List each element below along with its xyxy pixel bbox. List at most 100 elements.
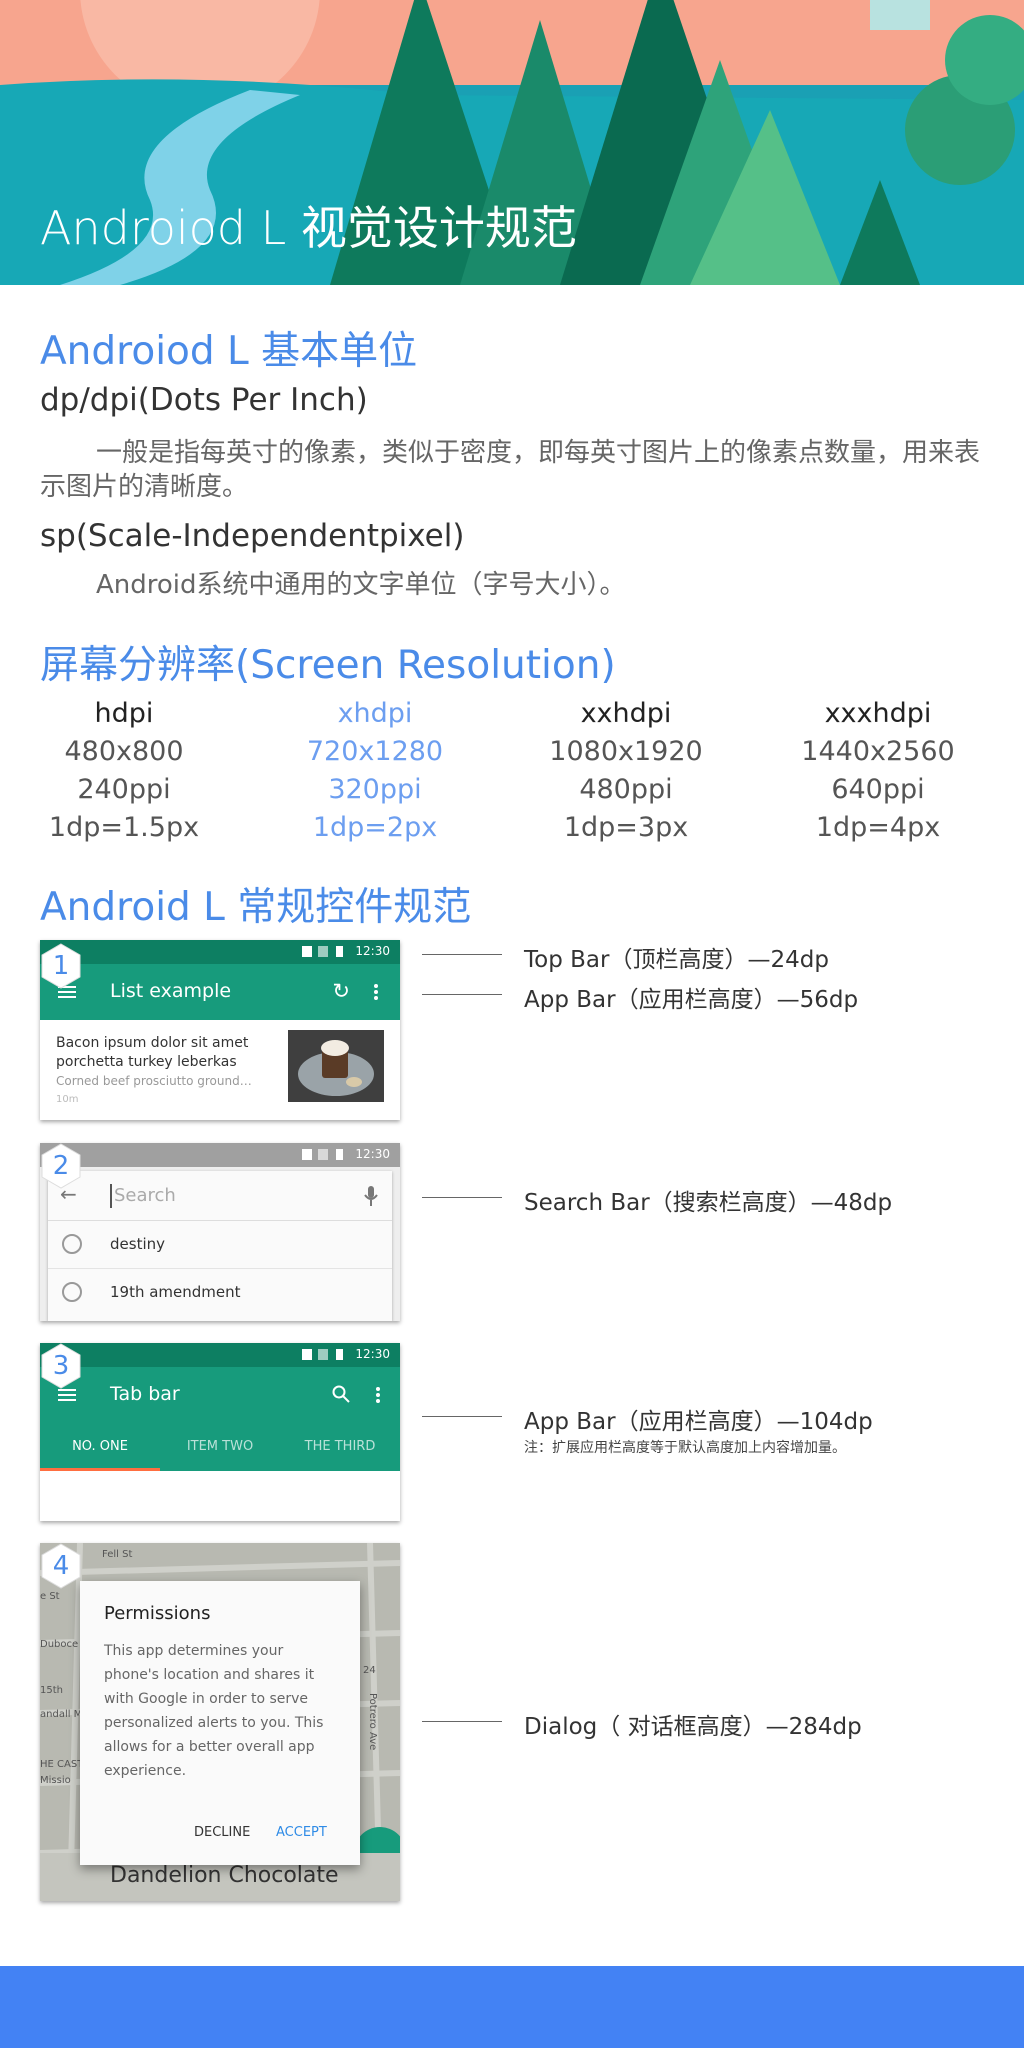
map-caption: Dandelion Chocolate [110, 1863, 339, 1888]
dp-ratio: 1dp=1.5px [48, 812, 200, 843]
suggestion-text: destiny [110, 1235, 165, 1253]
tab-item-two[interactable]: ITEM TWO [160, 1423, 280, 1471]
search-input[interactable]: Search [114, 1185, 176, 1206]
wifi-icon [302, 1349, 312, 1360]
resolution-heading: 屏幕分辨率(Screen Resolution) [40, 643, 616, 688]
suggestion-row[interactable]: destiny [48, 1221, 392, 1269]
dp-ratio: 1dp=4px [815, 812, 941, 843]
map-label: 15th [40, 1685, 63, 1696]
density-name: xxxhdpi [824, 698, 932, 729]
dialog-card: Fell St e St Duboce 15th andall M HE CAS… [40, 1543, 400, 1901]
controls-heading: Android L 常规控件规范 [40, 885, 472, 930]
tab-the-third[interactable]: THE THIRD [280, 1423, 400, 1471]
app-bar-title: List example [110, 980, 232, 1002]
sp-title: sp(Scale-Independentpixel) [40, 518, 465, 554]
resolution-column-hdpi: hdpi 480x800 240ppi 1dp=1.5px [24, 695, 224, 847]
app-bar: List example ↻ [40, 964, 400, 1020]
ppi-value: 640ppi [831, 774, 925, 805]
density-name: hdpi [94, 698, 154, 729]
search-field-row: ← Search [48, 1171, 392, 1221]
dialog-body: This app determines your phone's locatio… [104, 1643, 324, 1779]
decline-button[interactable]: DECLINE [194, 1825, 250, 1840]
microphone-icon[interactable] [364, 1185, 378, 1207]
more-vert-icon[interactable] [374, 990, 378, 994]
battery-icon [336, 946, 343, 957]
list-example-card: 12:30 List example ↻ Bacon ipsum dolor s… [40, 940, 400, 1120]
annotation-line [422, 1721, 502, 1722]
dp-ratio: 1dp=2px [312, 812, 438, 843]
history-icon [62, 1234, 82, 1254]
text-cursor [110, 1184, 112, 1208]
history-icon [62, 1282, 82, 1302]
step-badge-1: 1 [40, 943, 82, 989]
menu-icon[interactable] [58, 1389, 76, 1401]
tab-bar-card: 12:30 Tab bar NO. ONE ITEM TWO THE THIRD [40, 1343, 400, 1521]
ppi-value: 320ppi [328, 774, 422, 805]
annotation-line [422, 954, 502, 955]
item-time: 10m [56, 1094, 79, 1105]
resolution-column-xxhdpi: xxhdpi 1080x1920 480ppi 1dp=3px [526, 695, 726, 847]
status-time: 12:30 [355, 1147, 390, 1161]
map-label: 24 [363, 1665, 376, 1676]
extended-app-bar: Tab bar NO. ONE ITEM TWO THE THIRD [40, 1367, 400, 1471]
item-subtitle: Corned beef prosciutto ground… [56, 1074, 252, 1088]
wifi-icon [302, 946, 312, 957]
map-label: andall M [40, 1709, 83, 1720]
step-badge-2: 2 [40, 1143, 82, 1189]
app-bar-extended-annotation: App Bar（应用栏高度）—104dp [524, 1409, 873, 1435]
refresh-icon[interactable]: ↻ [332, 979, 350, 1003]
status-bar: 12:30 [40, 940, 400, 964]
status-bar: 12:30 [40, 1143, 400, 1167]
map-label: Missio [40, 1775, 71, 1786]
more-vert-icon[interactable] [376, 1393, 380, 1397]
suggestion-row[interactable]: 19th amendment [48, 1269, 392, 1317]
annotation-line [422, 994, 502, 995]
map-label: Fell St [102, 1549, 133, 1560]
dialog-title: Permissions [104, 1603, 211, 1624]
top-bar-annotation: Top Bar（顶栏高度）—24dp [524, 947, 829, 973]
tab-indicator [40, 1468, 160, 1471]
search-icon[interactable] [332, 1385, 350, 1403]
search-bar-card: 12:30 ← Search destiny 19th amendment [40, 1143, 400, 1321]
app-bar-annotation: App Bar（应用栏高度）—56dp [524, 987, 859, 1013]
resolution-column-xhdpi: xhdpi 720x1280 320ppi 1dp=2px [275, 695, 475, 847]
map-label: HE CAST [40, 1759, 84, 1770]
battery-icon [336, 1349, 343, 1360]
map-label: Duboce [40, 1639, 79, 1650]
screen-size: 1080x1920 [549, 736, 703, 767]
battery-icon [336, 1149, 343, 1160]
accept-button[interactable]: ACCEPT [276, 1825, 327, 1840]
footer-bar [0, 1966, 1024, 2048]
signal-icon [318, 1149, 328, 1160]
resolution-column-xxxhdpi: xxxhdpi 1440x2560 640ppi 1dp=4px [778, 695, 978, 847]
density-name: xhdpi [337, 698, 413, 729]
ppi-value: 480ppi [579, 774, 673, 805]
suggestion-text: 19th amendment [110, 1283, 241, 1301]
map-label: e St [40, 1591, 60, 1602]
page-title: Androiod L 视觉设计规范 [40, 201, 577, 255]
status-time: 12:30 [355, 1347, 390, 1361]
map-label: Potrero Ave [367, 1693, 378, 1751]
screen-size: 480x800 [64, 736, 184, 767]
item-title: Bacon ipsum dolor sit amet porchetta tur… [56, 1035, 249, 1070]
dialog-annotation: Dialog（ 对话框高度）—284dp [524, 1714, 862, 1740]
screen-size: 1440x2560 [801, 736, 955, 767]
tab-no-one[interactable]: NO. ONE [40, 1423, 160, 1471]
density-name: xxhdpi [580, 698, 672, 729]
hero-banner: Androiod L 视觉设计规范 [0, 0, 1024, 285]
wifi-icon [302, 1149, 312, 1160]
signal-icon [318, 946, 328, 957]
units-heading: Androiod L 基本单位 [40, 329, 418, 374]
dessert-photo [288, 1030, 384, 1102]
permissions-dialog: Permissions This app determines your pho… [80, 1581, 360, 1865]
list-item[interactable]: Bacon ipsum dolor sit amet porchetta tur… [40, 1020, 400, 1120]
dp-description: 一般是指每英寸的像素，类似于密度，即每英寸图片上的像素点数量，用来表示图片的清晰… [40, 438, 981, 502]
status-time: 12:30 [355, 944, 390, 958]
screen-size: 720x1280 [306, 736, 444, 767]
dp-title: dp/dpi(Dots Per Inch) [40, 382, 368, 418]
step-badge-4: 4 [40, 1543, 82, 1589]
sp-description: Android系统中通用的文字单位（字号大小）。 [96, 570, 626, 600]
signal-icon [318, 1349, 328, 1360]
status-bar: 12:30 [40, 1343, 400, 1367]
search-panel: ← Search destiny 19th amendment [48, 1171, 392, 1321]
